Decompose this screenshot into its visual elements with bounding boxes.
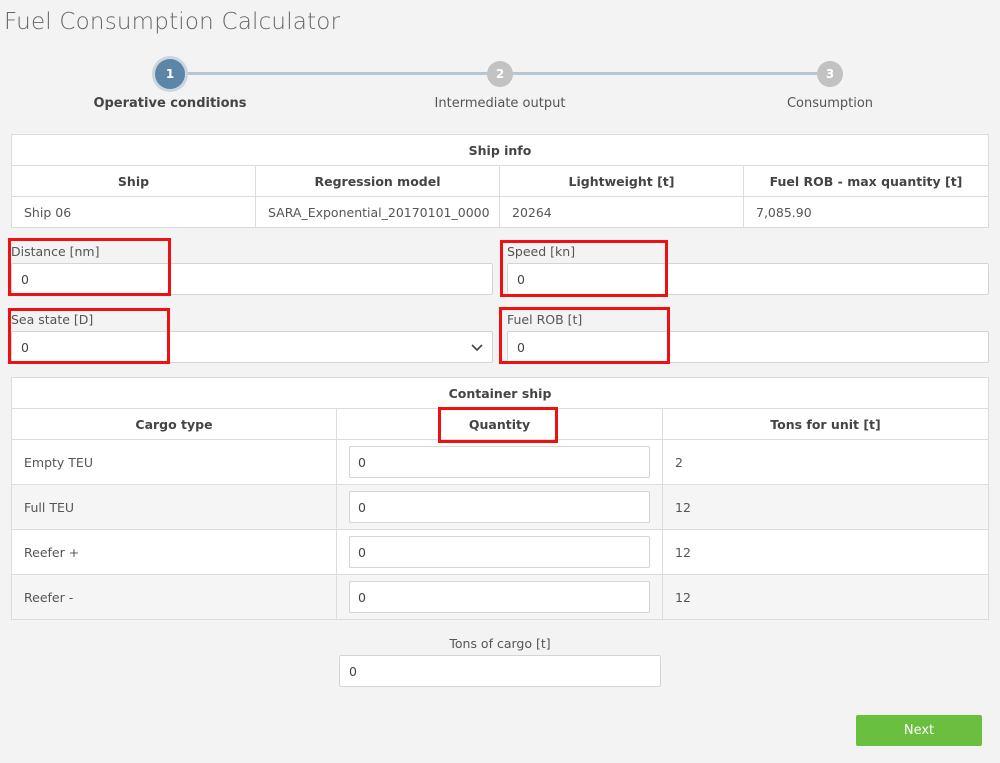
ship-info-table: Ship info Ship Regression model Lightwei… xyxy=(11,134,989,228)
tons-for-unit: 12 xyxy=(662,529,989,575)
quantity-input-reefer-minus[interactable]: 0 xyxy=(349,581,650,613)
chevron-down-icon[interactable] xyxy=(470,340,484,354)
quantity-input-empty-teu[interactable]: 0 xyxy=(349,446,650,478)
step-1-label: Operative conditions xyxy=(93,96,247,111)
highlight-box-speed xyxy=(500,240,668,297)
table-row: Full TEU 0 12 xyxy=(11,484,989,530)
header-cargo-type: Cargo type xyxy=(11,408,337,440)
quantity-cell: 0 xyxy=(336,574,663,620)
header-regression-model: Regression model xyxy=(255,165,500,197)
table-row: Reefer - 0 12 xyxy=(11,574,989,620)
cargo-type: Empty TEU xyxy=(11,439,337,485)
stepper-line-1 xyxy=(170,72,500,75)
step-2-indicator[interactable]: 2 xyxy=(487,61,513,87)
cargo-type: Reefer + xyxy=(11,529,337,575)
highlight-box-fuel-rob xyxy=(499,307,670,364)
header-lightweight: Lightweight [t] xyxy=(499,165,744,197)
quantity-cell: 0 xyxy=(336,529,663,575)
table-row: Reefer + 0 12 xyxy=(11,529,989,575)
header-tons-for-unit: Tons for unit [t] xyxy=(662,408,989,440)
table-row: Empty TEU 0 2 xyxy=(11,439,989,485)
highlight-box-distance xyxy=(8,238,171,296)
highlight-box-quantity xyxy=(438,407,558,443)
tons-of-cargo-input[interactable]: 0 xyxy=(339,655,661,687)
tons-for-unit: 2 xyxy=(662,439,989,485)
header-ship: Ship xyxy=(11,165,256,197)
tons-for-unit: 12 xyxy=(662,574,989,620)
step-2-label: Intermediate output xyxy=(434,96,566,111)
stepper-line-2 xyxy=(500,72,830,75)
regression-model-value: SARA_Exponential_20170101_0000 xyxy=(255,196,500,228)
header-fuel-rob-max: Fuel ROB - max quantity [t] xyxy=(743,165,989,197)
lightweight-value: 20264 xyxy=(499,196,744,228)
quantity-cell: 0 xyxy=(336,439,663,485)
ship-info-caption: Ship info xyxy=(11,134,989,166)
next-button[interactable]: Next xyxy=(856,715,982,746)
container-ship-caption: Container ship xyxy=(11,377,989,409)
tons-of-cargo-label: Tons of cargo [t] xyxy=(449,636,551,651)
page-title: Fuel Consumption Calculator xyxy=(4,9,341,35)
tons-for-unit: 12 xyxy=(662,484,989,530)
cargo-type: Reefer - xyxy=(11,574,337,620)
step-3-indicator[interactable]: 3 xyxy=(817,61,843,87)
ship-name: Ship 06 xyxy=(11,196,256,228)
step-3-label: Consumption xyxy=(786,96,874,111)
quantity-input-reefer-plus[interactable]: 0 xyxy=(349,536,650,568)
step-1-indicator[interactable]: 1 xyxy=(155,59,185,89)
cargo-type: Full TEU xyxy=(11,484,337,530)
quantity-input-full-teu[interactable]: 0 xyxy=(349,491,650,523)
fuel-rob-max-value: 7,085.90 xyxy=(743,196,989,228)
quantity-cell: 0 xyxy=(336,484,663,530)
highlight-box-sea-state xyxy=(8,308,170,364)
